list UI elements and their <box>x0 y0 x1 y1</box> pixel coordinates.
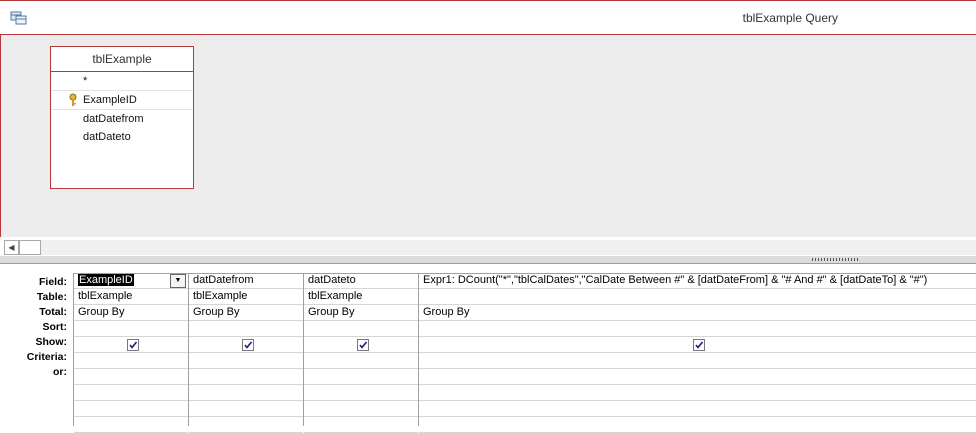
field-cell[interactable]: datDatefrom <box>189 273 303 289</box>
field-list-item-label: * <box>83 75 88 87</box>
dropdown-arrow-icon[interactable]: ▼ <box>170 274 186 288</box>
total-cell[interactable]: Group By <box>419 305 976 321</box>
grid-column-4: Expr1: DCount("*","tblCalDates","CalDate… <box>419 273 976 433</box>
total-cell[interactable]: Group By <box>74 305 188 321</box>
criteria-cell[interactable] <box>419 353 976 369</box>
or-cell[interactable] <box>419 369 976 385</box>
field-cell[interactable]: ExampleID ▼ <box>74 273 188 289</box>
field-list-item[interactable]: * <box>51 72 193 91</box>
sort-cell[interactable] <box>304 321 418 337</box>
show-cell <box>419 337 976 353</box>
field-list-item[interactable]: datDatefrom <box>51 110 193 128</box>
row-label-field: Field: <box>39 276 67 288</box>
show-checkbox[interactable] <box>127 339 139 351</box>
or-cell[interactable] <box>74 385 188 401</box>
criteria-cell[interactable] <box>74 353 188 369</box>
scroll-left-arrow-icon[interactable]: ◀ <box>4 240 19 255</box>
field-list-item[interactable]: datDateto <box>51 128 193 146</box>
row-label-total: Total: <box>39 306 67 318</box>
or-cell[interactable] <box>189 417 303 433</box>
show-checkbox[interactable] <box>242 339 254 351</box>
table-cell[interactable]: tblExample <box>189 289 303 305</box>
row-label-sort: Sort: <box>42 321 68 333</box>
criteria-cell[interactable] <box>189 353 303 369</box>
query-design-pane[interactable]: tblExample * ExampleID datDatefrom datDa… <box>0 35 976 237</box>
criteria-cell[interactable] <box>304 353 418 369</box>
or-cell[interactable] <box>419 385 976 401</box>
or-cell[interactable] <box>304 385 418 401</box>
grid-column-1: ExampleID ▼ tblExample Group By <box>74 273 189 433</box>
row-label-table: Table: <box>36 291 67 303</box>
grid-column-3: datDateto tblExample Group By <box>304 273 419 433</box>
pane-splitter[interactable] <box>0 256 976 264</box>
checkmark-icon <box>695 341 704 349</box>
checkmark-icon <box>244 341 253 349</box>
field-list-item-label: datDateto <box>83 131 131 143</box>
row-label-show: Show: <box>35 336 68 348</box>
or-cell[interactable] <box>74 401 188 417</box>
row-label-criteria: Criteria: <box>26 351 67 363</box>
grid-column-2: datDatefrom tblExample Group By <box>189 273 304 433</box>
show-cell <box>189 337 303 353</box>
grid-row-labels: Field: Table: Total: Sort: Show: Criteri… <box>0 275 73 380</box>
field-list-item[interactable]: ExampleID <box>51 91 193 110</box>
total-cell[interactable]: Group By <box>304 305 418 321</box>
or-cell[interactable] <box>419 417 976 433</box>
query-design-grid: Field: Table: Total: Sort: Show: Criteri… <box>0 265 976 433</box>
sort-cell[interactable] <box>419 321 976 337</box>
field-list-item-label: ExampleID <box>83 94 137 106</box>
splitter-grip-icon[interactable] <box>812 258 860 261</box>
field-list-tblExample[interactable]: tblExample * ExampleID datDatefrom datDa… <box>50 46 194 189</box>
or-cell[interactable] <box>189 401 303 417</box>
field-cell[interactable]: datDateto <box>304 273 418 289</box>
show-cell <box>74 337 188 353</box>
field-list-item-label: datDatefrom <box>83 113 144 125</box>
grid-columns: ExampleID ▼ tblExample Group By datDatef… <box>73 273 976 433</box>
checkmark-icon <box>359 341 368 349</box>
show-checkbox[interactable] <box>693 339 705 351</box>
sort-cell[interactable] <box>74 321 188 337</box>
table-cell[interactable]: tblExample <box>304 289 418 305</box>
field-cell-value: ExampleID <box>78 274 134 286</box>
query-design-icon[interactable] <box>10 10 28 26</box>
field-cell-expression[interactable]: Expr1: DCount("*","tblCalDates","CalDate… <box>419 273 976 289</box>
table-cell[interactable]: tblExample <box>74 289 188 305</box>
or-cell[interactable] <box>74 369 188 385</box>
total-cell[interactable]: Group By <box>189 305 303 321</box>
field-list-title[interactable]: tblExample <box>51 47 193 72</box>
show-cell <box>304 337 418 353</box>
primary-key-icon <box>69 93 77 106</box>
or-cell[interactable] <box>304 417 418 433</box>
or-cell[interactable] <box>304 369 418 385</box>
window-title-bar: tblExample Query <box>0 0 976 35</box>
scrollbar-thumb[interactable] <box>19 240 41 255</box>
row-label-or: or: <box>53 366 67 378</box>
or-cell[interactable] <box>74 417 188 433</box>
or-cell[interactable] <box>189 369 303 385</box>
or-cell[interactable] <box>304 401 418 417</box>
checkmark-icon <box>129 341 138 349</box>
sort-cell[interactable] <box>189 321 303 337</box>
window-title: tblExample Query <box>742 11 838 25</box>
table-cell[interactable] <box>419 289 976 305</box>
design-pane-horizontal-scrollbar[interactable]: ◀ <box>4 240 976 255</box>
or-cell[interactable] <box>189 385 303 401</box>
show-checkbox[interactable] <box>357 339 369 351</box>
or-cell[interactable] <box>419 401 976 417</box>
